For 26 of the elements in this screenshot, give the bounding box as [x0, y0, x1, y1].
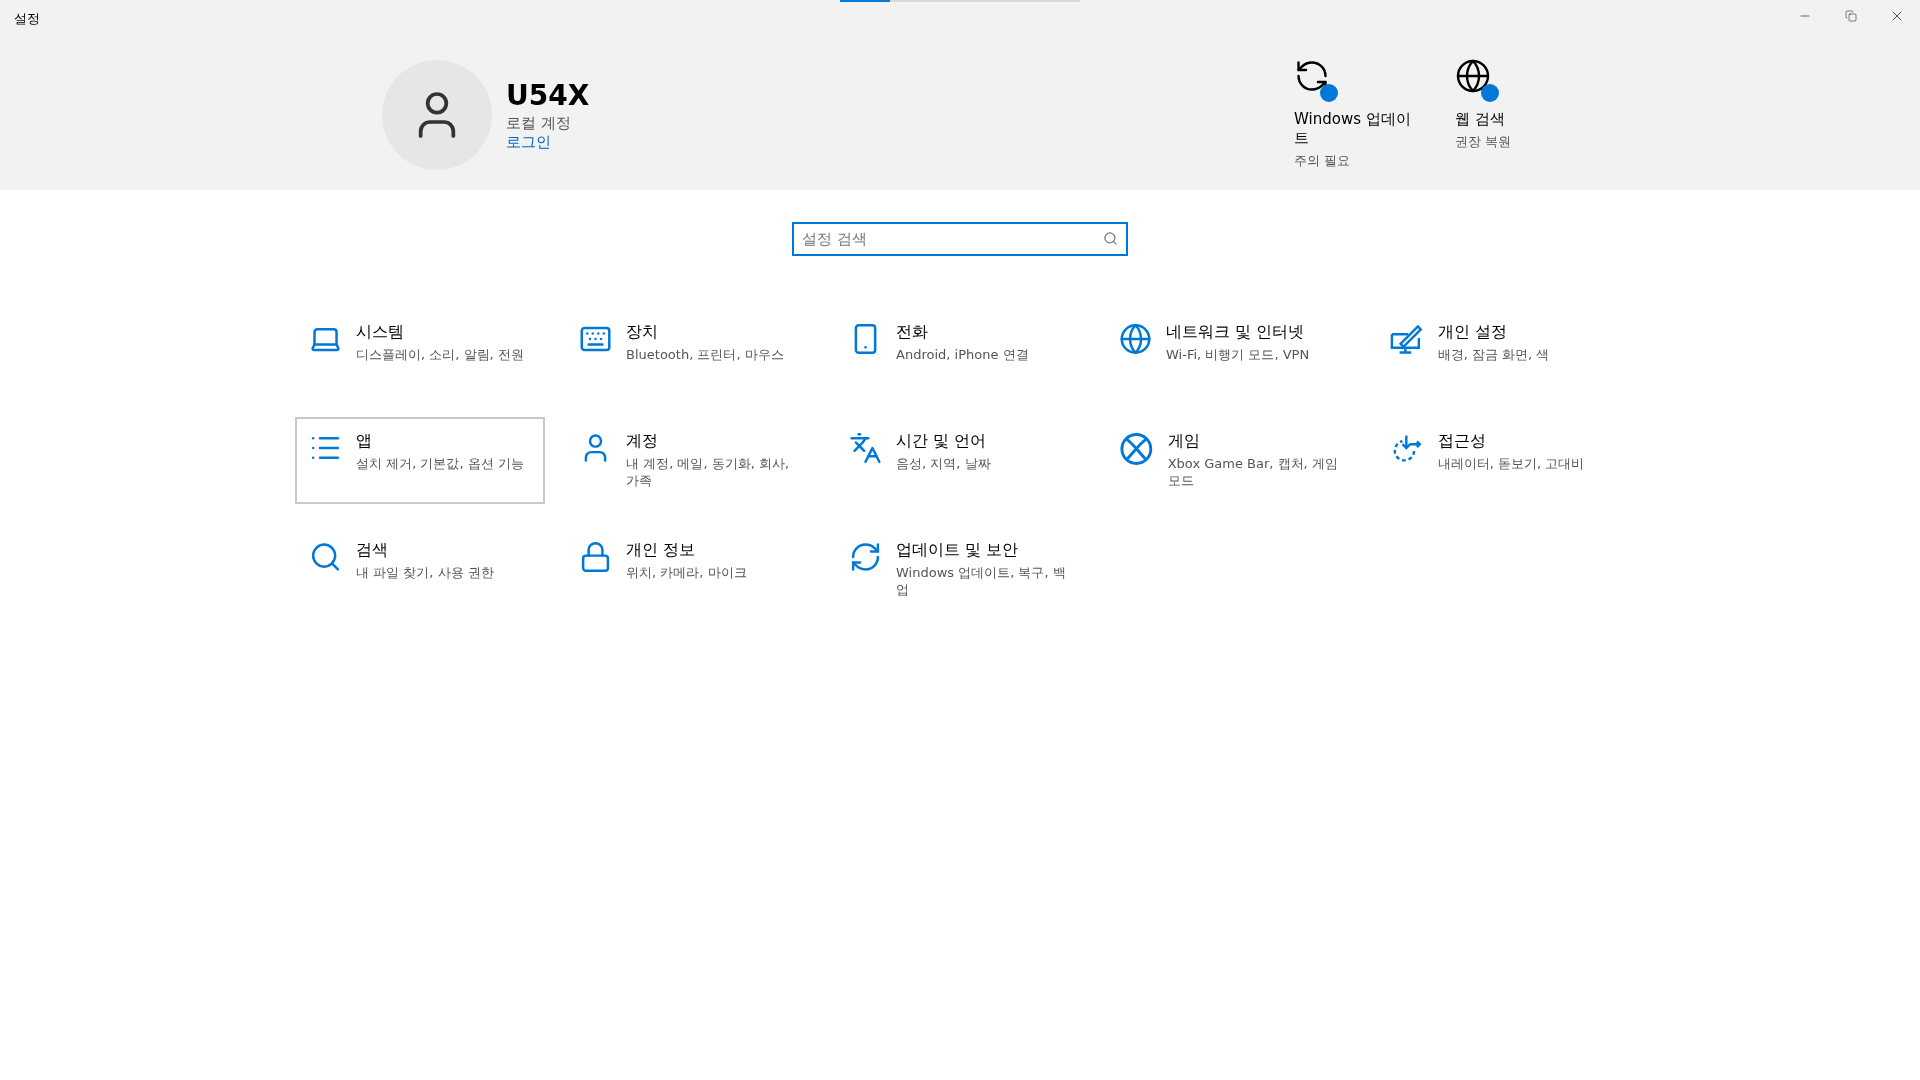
account-type: 로컬 계정: [506, 113, 571, 133]
category-tile[interactable]: 앱 설치 제거, 기본값, 옵션 기능: [295, 417, 545, 504]
restore-icon: [1845, 10, 1857, 22]
status-subtitle: 주의 필요: [1294, 152, 1351, 170]
category-tile[interactable]: 검색 내 파일 찾기, 사용 권한: [295, 526, 545, 613]
category-tile[interactable]: 전화 Android, iPhone 연결: [835, 308, 1085, 395]
category-tile[interactable]: 개인 정보 위치, 카메라, 마이크: [565, 526, 815, 613]
category-tile[interactable]: 시스템 디스플레이, 소리, 알림, 전원: [295, 308, 545, 395]
category-tile[interactable]: 게임 Xbox Game Bar, 캡처, 게임 모드: [1105, 417, 1355, 504]
account-name: U54X: [506, 78, 590, 112]
globe-icon: [1119, 322, 1153, 356]
globe-icon[interactable]: [1455, 58, 1491, 94]
category-tile[interactable]: 계정 내 계정, 메일, 동기화, 회사, 가족: [565, 417, 815, 504]
search-field[interactable]: 설정 검색: [792, 222, 1128, 256]
status-subtitle: 권장 복원: [1455, 133, 1512, 151]
search-icon: [1103, 231, 1118, 246]
window-title: 설정: [13, 10, 40, 28]
status-title[interactable]: Windows 업데이트: [1294, 110, 1419, 148]
category-tile[interactable]: 개인 설정 배경, 잠금 화면, 색: [1375, 308, 1625, 395]
category-tile[interactable]: 업데이트 및 보안 Windows 업데이트, 복구, 백업: [835, 526, 1085, 613]
category-tile[interactable]: 네트워크 및 인터넷 Wi-Fi, 비행기 모드, VPN: [1105, 308, 1355, 395]
sign-in-link[interactable]: 로그인: [506, 132, 551, 152]
category-tile[interactable]: 장치 Bluetooth, 프린터, 마우스: [565, 308, 815, 395]
status-title[interactable]: 웹 검색: [1455, 110, 1505, 129]
category-tile[interactable]: 접근성 내레이터, 돋보기, 고대비: [1375, 417, 1625, 504]
category-tile[interactable]: 시간 및 언어 음성, 지역, 날짜: [835, 417, 1085, 504]
